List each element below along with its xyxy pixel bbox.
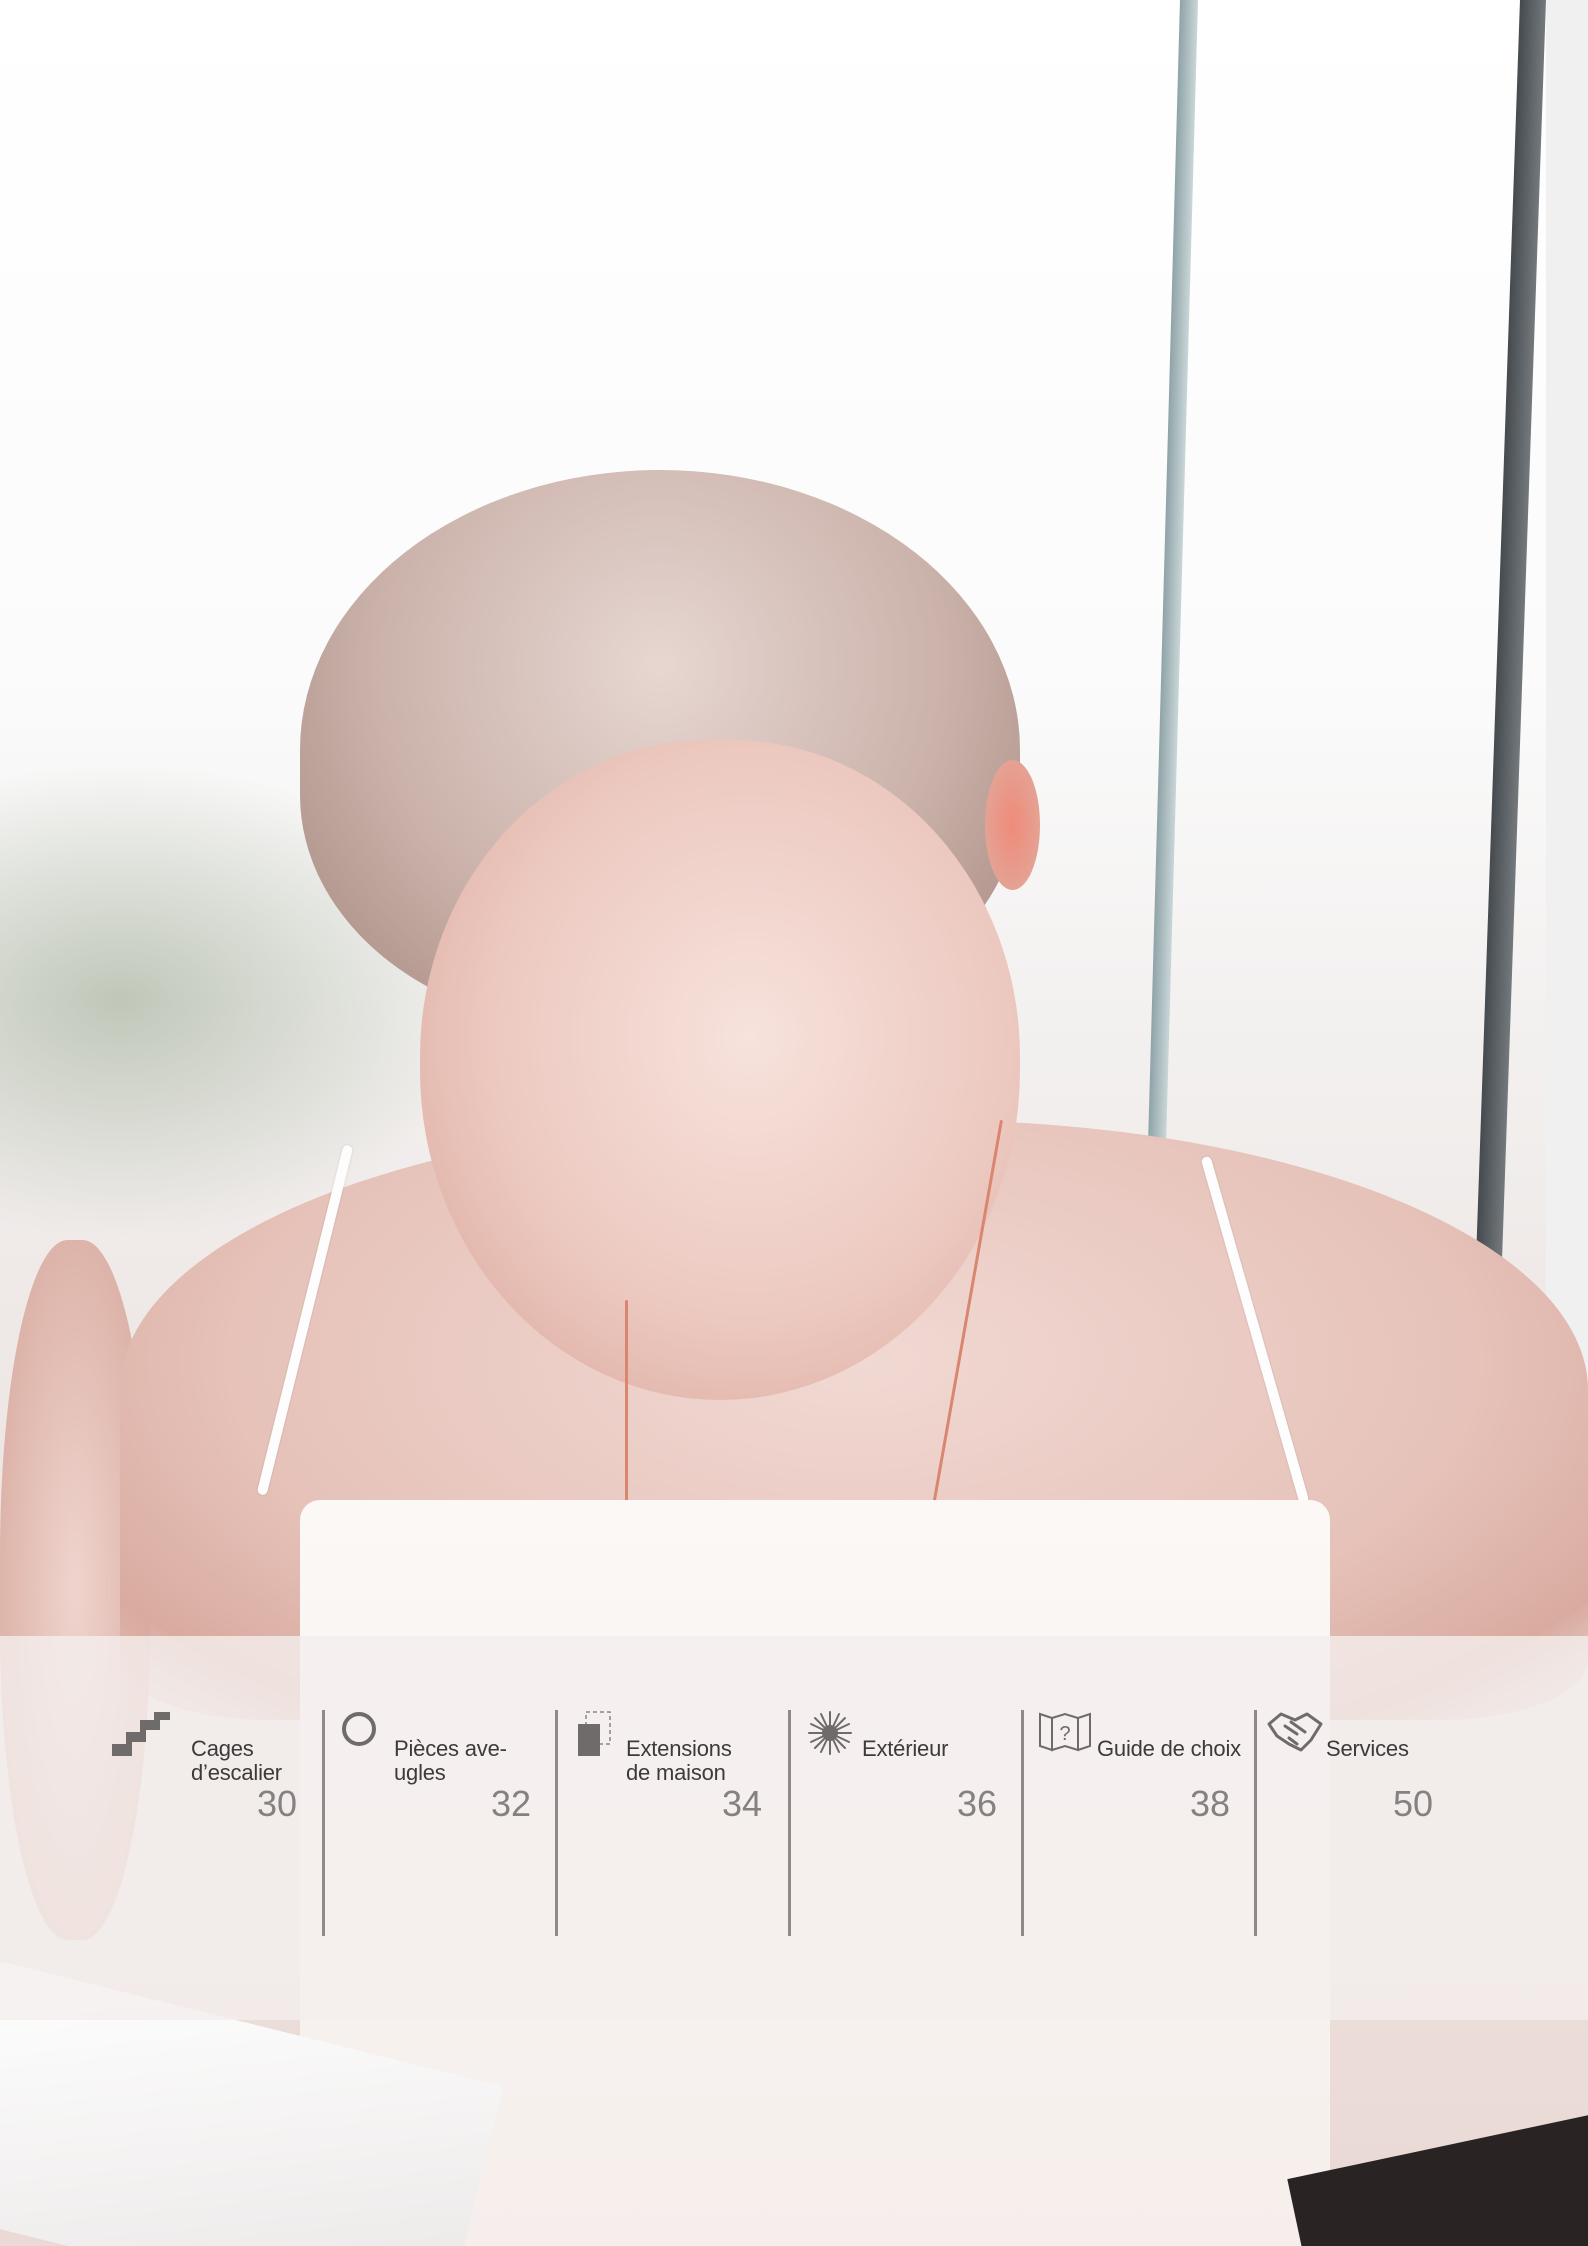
person-face bbox=[420, 740, 1020, 1400]
circle-icon bbox=[340, 1710, 394, 1764]
table-of-contents: Cages d’escalier 30 Pièces ave- ugles 32… bbox=[0, 1636, 1588, 2020]
toc-item-exterior[interactable]: Extérieur 36 bbox=[791, 1636, 1023, 2020]
toc-item-stairs[interactable]: Cages d’escalier 30 bbox=[0, 1636, 325, 2020]
svg-text:?: ? bbox=[1059, 1723, 1070, 1745]
handshake-icon bbox=[1267, 1710, 1323, 1764]
toc-label: Pièces ave- ugles bbox=[394, 1736, 507, 1785]
toc-page-number: 38 bbox=[1189, 1783, 1230, 1824]
toc-page-number: 32 bbox=[490, 1783, 531, 1824]
toc-label: Services bbox=[1326, 1736, 1409, 1761]
toc-label: Extérieur bbox=[862, 1736, 949, 1761]
window-frame bbox=[1147, 0, 1198, 1150]
toc-item-guide[interactable]: ? Guide de choix 38 bbox=[1024, 1636, 1256, 2020]
stairs-icon bbox=[110, 1710, 170, 1764]
wall bbox=[1546, 0, 1588, 1400]
toc-label: Cages d’escalier bbox=[191, 1736, 282, 1785]
extension-icon bbox=[576, 1710, 630, 1764]
window-frame-dark bbox=[1475, 0, 1546, 1260]
toc-page-number: 50 bbox=[1392, 1783, 1433, 1824]
sun-icon bbox=[807, 1710, 861, 1764]
guide-book-icon: ? bbox=[1038, 1710, 1092, 1764]
toc-label: Guide de choix bbox=[1097, 1736, 1241, 1761]
toc-page-number: 36 bbox=[956, 1783, 997, 1824]
toc-page-number: 30 bbox=[256, 1783, 297, 1824]
person-ear bbox=[985, 760, 1040, 890]
toc-item-extensions[interactable]: Extensions de maison 34 bbox=[558, 1636, 790, 2020]
toc-label: Extensions de maison bbox=[626, 1736, 732, 1785]
magazine-cover bbox=[1287, 2104, 1588, 2246]
toc-page-number: 34 bbox=[721, 1783, 762, 1824]
toc-item-blind-rooms[interactable]: Pièces ave- ugles 32 bbox=[325, 1636, 557, 2020]
toc-item-services[interactable]: Services 50 bbox=[1257, 1636, 1489, 2020]
